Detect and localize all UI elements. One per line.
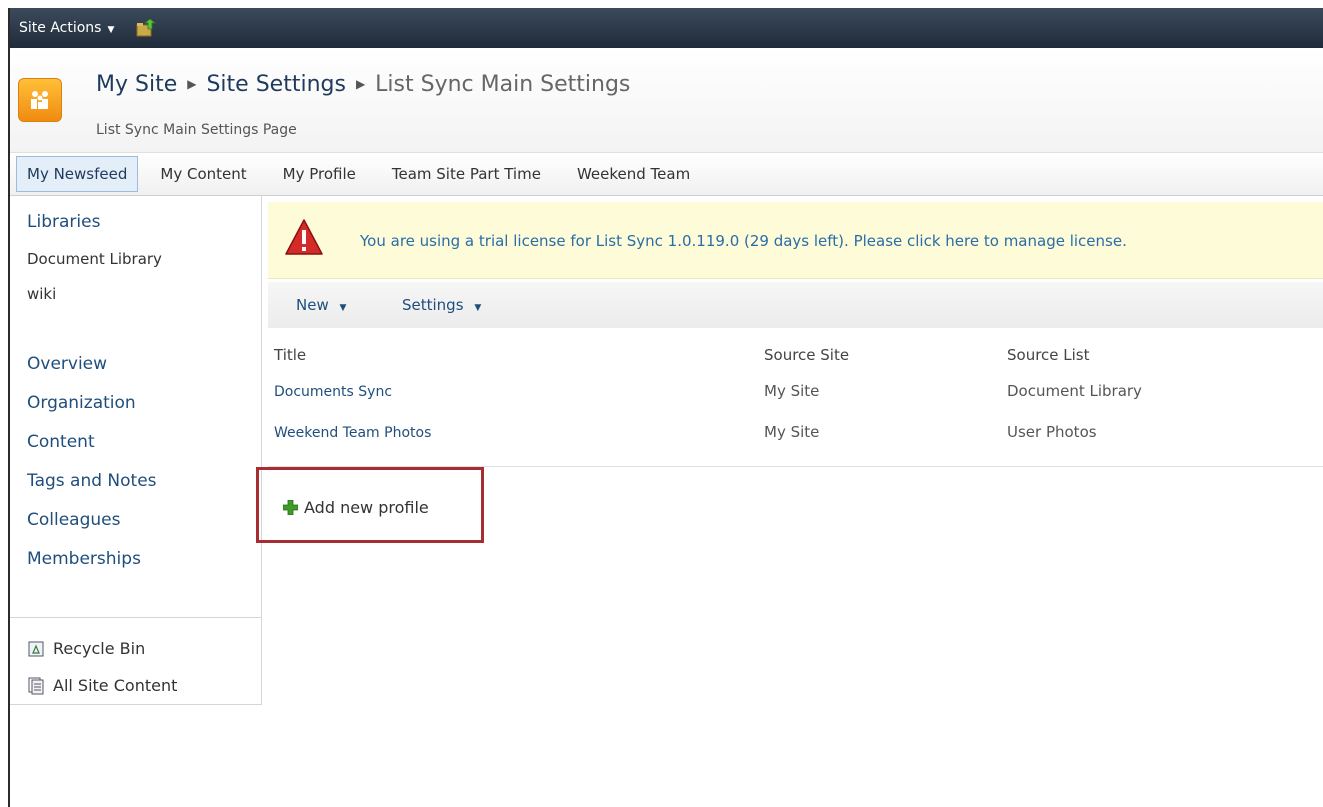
tab-weekend-team[interactable]: Weekend Team (577, 165, 690, 183)
quick-launch-colleagues[interactable]: Colleagues (27, 510, 120, 530)
plus-icon (283, 500, 298, 515)
site-actions-menu[interactable]: Site Actions ▼ (19, 20, 114, 36)
site-actions-label: Site Actions (19, 20, 102, 36)
license-notice-bar: You are using a trial license for List S… (268, 202, 1323, 279)
all-site-content-label: All Site Content (53, 676, 178, 695)
recycle-bin-link[interactable]: Recycle Bin (27, 639, 145, 658)
top-navigation: My Newsfeed My Content My Profile Team S… (10, 153, 1323, 196)
new-label: New (296, 296, 329, 314)
table-row: Weekend Team Photos My Site User Photos (268, 417, 1323, 457)
row-source-list: Document Library (1007, 382, 1142, 400)
chevron-down-icon: ▼ (339, 303, 347, 313)
recycle-bin-icon (28, 641, 44, 656)
row-source-site: My Site (764, 423, 820, 441)
page-subtitle: List Sync Main Settings Page (96, 122, 297, 138)
breadcrumb-current-page: List Sync Main Settings (375, 72, 631, 97)
quick-launch-document-library[interactable]: Document Library (27, 250, 162, 268)
settings-label: Settings (402, 296, 464, 314)
all-site-content-link[interactable]: All Site Content (27, 676, 177, 695)
highlight-box: Add new profile (256, 467, 484, 543)
column-header-title[interactable]: Title (274, 346, 306, 364)
tab-my-newsfeed[interactable]: My Newsfeed (16, 156, 139, 192)
tab-my-profile[interactable]: My Profile (283, 165, 356, 183)
sharepoint-page: Site Actions ▼ My Site ▶ Site Settings ▶ List… (10, 8, 1323, 807)
table-header: Title Source Site Source List (268, 328, 1323, 368)
table-row: Documents Sync My Site Document Library (268, 376, 1323, 416)
add-new-profile-label: Add new profile (304, 498, 429, 517)
quick-launch: Libraries Document Library wiki Overview… (10, 196, 262, 705)
tab-my-content[interactable]: My Content (160, 165, 246, 183)
tab-team-site-part-time[interactable]: Team Site Part Time (392, 165, 541, 183)
main-content: You are using a trial license for List S… (256, 196, 1323, 807)
row-source-site: My Site (764, 382, 820, 400)
license-notice-link[interactable]: You are using a trial license for List S… (360, 232, 1127, 250)
new-menu-button[interactable]: New ▼ (296, 296, 346, 314)
site-content-icon (28, 677, 44, 694)
page-content: Libraries Document Library wiki Overview… (10, 196, 1323, 807)
quick-launch-content[interactable]: Content (27, 432, 95, 452)
site-logo-icon (18, 78, 62, 122)
breadcrumb-site-settings[interactable]: Site Settings (206, 72, 345, 97)
column-header-source-site[interactable]: Source Site (764, 346, 849, 364)
chevron-right-icon: ▶ (355, 77, 366, 91)
breadcrumb-my-site[interactable]: My Site (96, 72, 177, 97)
row-title-link[interactable]: Weekend Team Photos (274, 425, 431, 441)
add-new-profile-button[interactable]: Add new profile (283, 498, 429, 517)
quick-launch-divider (10, 617, 261, 618)
ribbon-bar: Site Actions ▼ (10, 8, 1323, 48)
row-title-link[interactable]: Documents Sync (274, 384, 392, 400)
navigate-up-icon[interactable] (136, 19, 158, 37)
chevron-down-icon: ▼ (474, 303, 482, 313)
title-area: My Site ▶ Site Settings ▶ List Sync Main Set… (10, 48, 1323, 153)
recycle-bin-label: Recycle Bin (53, 639, 146, 658)
settings-menu-button[interactable]: Settings ▼ (402, 296, 481, 314)
quick-launch-overview[interactable]: Overview (27, 354, 107, 374)
chevron-right-icon: ▶ (187, 77, 197, 91)
warning-icon (285, 219, 323, 255)
breadcrumb: My Site ▶ Site Settings ▶ List Sync Main Set… (96, 72, 630, 97)
quick-launch-tags-and-notes[interactable]: Tags and Notes (27, 471, 157, 491)
quick-launch-organization[interactable]: Organization (27, 393, 136, 413)
quick-launch-memberships[interactable]: Memberships (27, 549, 141, 569)
list-toolbar: New ▼ Settings ▼ (268, 282, 1323, 328)
quick-launch-libraries[interactable]: Libraries (27, 212, 100, 232)
column-header-source-list[interactable]: Source List (1007, 346, 1090, 364)
quick-launch-wiki[interactable]: wiki (27, 285, 56, 303)
chevron-down-icon: ▼ (107, 25, 115, 35)
row-source-list: User Photos (1007, 423, 1097, 441)
